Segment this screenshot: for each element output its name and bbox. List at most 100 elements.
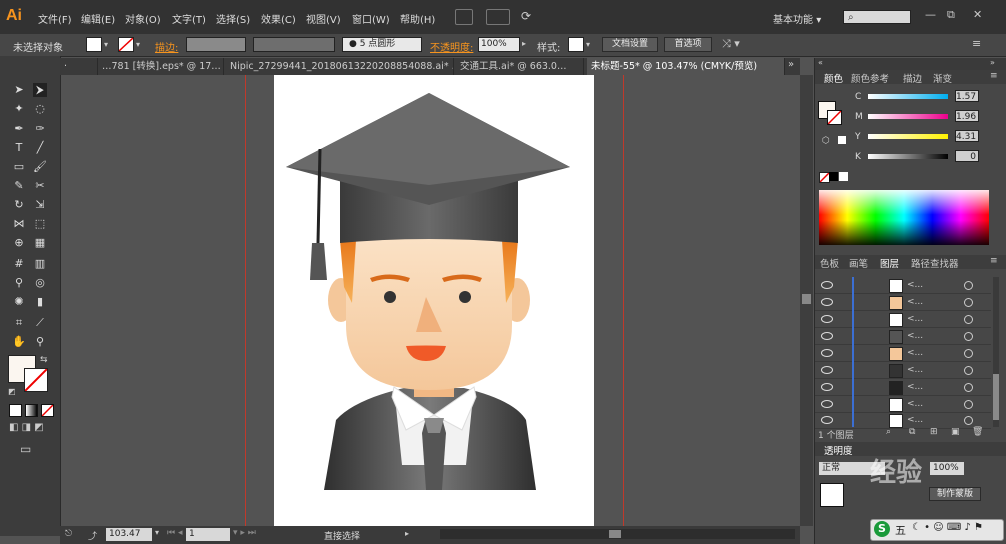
restore-button[interactable]: ⧉	[947, 8, 955, 22]
pen-tool-icon[interactable]: ✒	[12, 122, 26, 136]
ime-mode[interactable]: 五	[895, 522, 906, 538]
zoom-field[interactable]: 103.47	[106, 528, 152, 541]
arrange-documents-icon[interactable]	[486, 9, 510, 25]
channel-k-slider[interactable]	[868, 154, 948, 159]
channel-k-value[interactable]: 0	[955, 150, 979, 162]
arrange-icon[interactable]: ⤨ ▾	[722, 37, 740, 51]
paintbrush-tool-icon[interactable]: 🖌	[33, 160, 47, 174]
channel-m-slider[interactable]	[868, 114, 948, 119]
channel-c-value[interactable]: 1.57	[955, 90, 979, 102]
layer-name[interactable]: <...	[907, 415, 923, 425]
symbol-sprayer-tool-icon[interactable]: ✺	[12, 295, 26, 309]
free-transform-tool-icon[interactable]: ⬚	[33, 217, 47, 231]
black-swatch[interactable]	[829, 172, 838, 181]
expand-panels-icon[interactable]: »	[990, 58, 995, 67]
status-menu-icon[interactable]: ▸	[405, 529, 409, 538]
menu-object[interactable]: 对象(O)	[125, 11, 161, 26]
swap-colors-icon[interactable]: ⇆	[40, 355, 48, 365]
visibility-eye-icon[interactable]	[821, 281, 833, 289]
perspective-grid-tool-icon[interactable]: ▦	[33, 236, 47, 250]
white-swatch[interactable]	[839, 172, 848, 181]
tab-document-1[interactable]: …781 [转换].eps* @ 17…	[98, 58, 224, 75]
target-ring-icon[interactable]	[964, 315, 973, 324]
layer-name[interactable]: <...	[907, 348, 923, 358]
preferences-button[interactable]: 首选项	[664, 37, 712, 52]
target-ring-icon[interactable]	[964, 400, 973, 409]
layer-name[interactable]: <...	[907, 399, 923, 409]
draw-mode-icon[interactable]: ◧ ◨ ◩	[9, 422, 44, 433]
menu-file[interactable]: 文件(F)	[38, 11, 72, 26]
zoom-tool-icon[interactable]: ⚲	[33, 335, 47, 349]
panel-menu-icon[interactable]: ≡	[990, 71, 998, 81]
opacity-field[interactable]: 100%	[478, 37, 520, 52]
locate-object-icon[interactable]: ⌕	[886, 427, 891, 437]
eyedropper-tool-icon[interactable]: ⚲	[12, 276, 26, 290]
panel-menu-icon[interactable]: ≡	[972, 37, 981, 50]
vertical-scroll-thumb[interactable]	[802, 294, 811, 304]
menu-view[interactable]: 视图(V)	[306, 11, 341, 26]
visibility-eye-icon[interactable]	[821, 366, 833, 374]
guide-left[interactable]	[245, 75, 246, 526]
workspace-switcher[interactable]: 基本功能 ▾	[773, 11, 821, 26]
chevron-down-icon[interactable]: ▾	[586, 40, 590, 49]
stroke-swatch[interactable]	[118, 37, 134, 52]
variable-width-select[interactable]	[253, 37, 335, 52]
layer-name[interactable]: <...	[907, 314, 923, 324]
layer-name[interactable]: <...	[907, 297, 923, 307]
brush-select[interactable]: ● 5 点圆形	[342, 37, 422, 52]
document-setup-button[interactable]: 文档设置	[602, 37, 658, 52]
chevron-down-icon[interactable]: ▾	[104, 40, 108, 49]
default-colors-icon[interactable]: ◩	[8, 387, 16, 396]
search-input[interactable]: ⌕	[843, 10, 911, 24]
transparency-opacity-field[interactable]: 100%	[930, 462, 964, 475]
menu-window[interactable]: 窗口(W)	[352, 11, 390, 26]
tab-layers[interactable]: 图层	[880, 256, 899, 270]
width-tool-icon[interactable]: ⋈	[12, 217, 26, 231]
ime-options-icon[interactable]: ☾ • ☺ ⌨ ♪ ⚑	[912, 522, 983, 533]
artboard-tool-icon[interactable]: ⌗	[12, 316, 26, 330]
stroke-label[interactable]: 描边:	[155, 39, 178, 54]
color-spectrum[interactable]	[819, 190, 989, 245]
tab-color[interactable]: 颜色	[824, 71, 843, 85]
rectangle-tool-icon[interactable]: ▭	[12, 160, 26, 174]
curvature-tool-icon[interactable]: ✑	[33, 122, 47, 136]
slice-tool-icon[interactable]: ⟋	[33, 316, 47, 330]
next-page-icon[interactable]: ▾ ▸ ⏭	[233, 528, 256, 538]
new-sublayer-icon[interactable]: ⊞	[930, 427, 938, 437]
visibility-eye-icon[interactable]	[821, 332, 833, 340]
first-page-icon[interactable]: ⏮ ◂	[167, 528, 182, 538]
gpu-performance-icon[interactable]: ⟳	[521, 9, 531, 23]
close-button[interactable]: ✕	[973, 8, 982, 21]
bridge-icon[interactable]	[455, 9, 473, 25]
layer-name[interactable]: <...	[907, 331, 923, 341]
chevron-down-icon[interactable]: ▾	[136, 40, 140, 49]
type-tool-icon[interactable]: T	[12, 141, 26, 155]
share-icon[interactable]: ⤴	[88, 529, 97, 542]
stroke-weight-field[interactable]	[186, 37, 246, 52]
channel-c-slider[interactable]	[868, 94, 948, 99]
menu-type[interactable]: 文字(T)	[172, 11, 206, 26]
tab-document-3[interactable]: 交通工具.ai* @ 663.0…	[456, 58, 584, 75]
ime-logo-icon[interactable]: S	[874, 521, 890, 537]
tab-brushes[interactable]: 画笔	[849, 256, 868, 270]
artboard-number-field[interactable]: 1	[186, 528, 230, 541]
target-ring-icon[interactable]	[964, 349, 973, 358]
tab-stroke[interactable]: 描边	[903, 71, 922, 85]
delete-layer-icon[interactable]: 🗑	[972, 427, 983, 437]
horizontal-scroll-thumb[interactable]	[609, 530, 621, 538]
channel-m-value[interactable]: 1.96	[955, 110, 979, 122]
visibility-eye-icon[interactable]	[821, 383, 833, 391]
menu-effect[interactable]: 效果(C)	[261, 11, 296, 26]
tab-gradient[interactable]: 渐变	[933, 71, 952, 85]
opacity-label[interactable]: 不透明度:	[430, 39, 473, 54]
visibility-eye-icon[interactable]	[821, 416, 833, 424]
tab-pathfinder[interactable]: 路径查找器	[911, 256, 959, 270]
column-graph-tool-icon[interactable]: ▮	[33, 295, 47, 309]
visibility-eye-icon[interactable]	[821, 349, 833, 357]
menu-select[interactable]: 选择(S)	[216, 11, 250, 26]
target-ring-icon[interactable]	[964, 416, 973, 425]
layer-name[interactable]: <...	[907, 382, 923, 392]
new-layer-icon[interactable]: ▣	[951, 427, 960, 437]
tab-document-2[interactable]: Nipic_27299441_20180613220208854088.ai* …	[226, 58, 454, 75]
minimize-button[interactable]: —	[925, 8, 936, 21]
